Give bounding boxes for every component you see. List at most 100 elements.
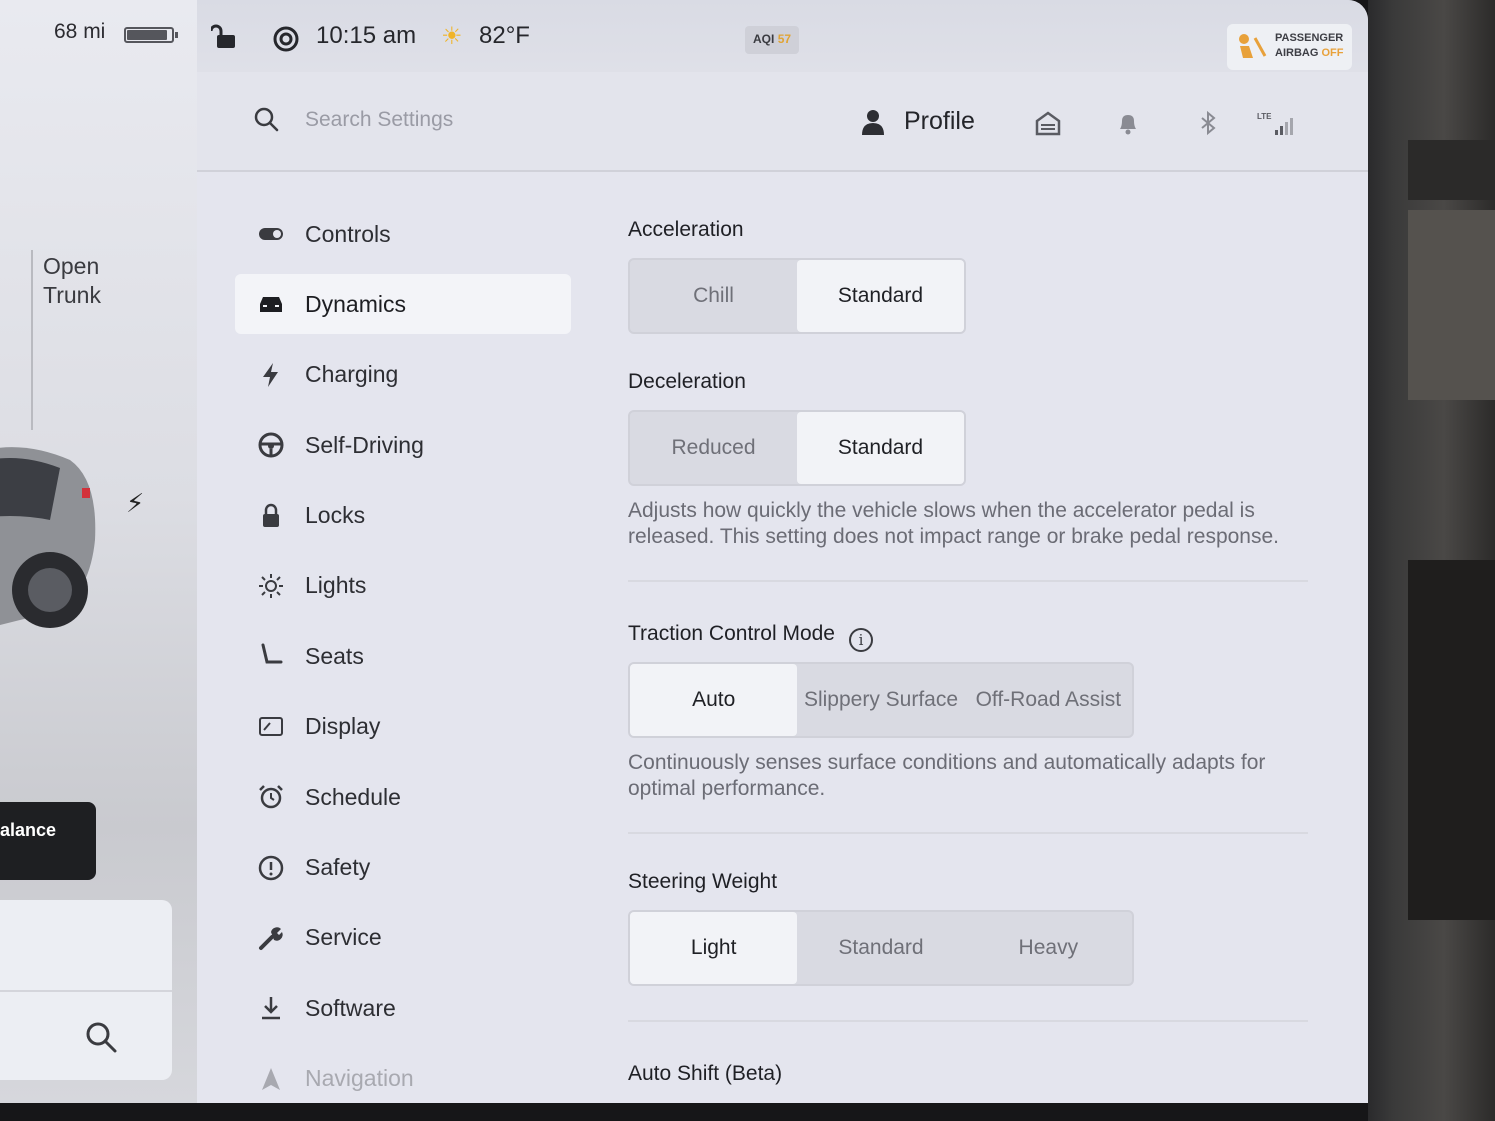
download-icon — [257, 994, 285, 1022]
sidebar-item-label: Navigation — [305, 1065, 414, 1092]
navigation-icon — [257, 1065, 285, 1093]
traction-control-title: Traction Control Mode i — [628, 622, 1308, 652]
sidebar-item-charging[interactable]: Charging — [235, 345, 571, 405]
deceleration-title: Deceleration — [628, 370, 746, 393]
car-interior-background — [1368, 0, 1495, 1121]
acceleration-selector: Chill Standard — [628, 258, 966, 334]
profile-icon[interactable] — [861, 109, 885, 135]
garage-icon[interactable] — [1035, 110, 1061, 136]
balance-button[interactable]: alance — [0, 802, 96, 880]
svg-text:LTE: LTE — [1257, 112, 1272, 121]
search-icon[interactable] — [84, 1020, 118, 1054]
sidebar-item-label: Self-Driving — [305, 431, 424, 458]
outside-temperature: 82°F — [479, 22, 530, 49]
sidebar-item-navigation[interactable]: Navigation — [235, 1049, 571, 1103]
settings-nav: Controls Dynamics Charging Self-Driving Lock… — [235, 204, 571, 1103]
sidebar-item-self-driving[interactable]: Self-Driving — [235, 415, 571, 475]
sidebar-item-lights[interactable]: Lights — [235, 556, 571, 616]
open-trunk-label-line1: Open — [43, 253, 100, 279]
sidebar-item-software[interactable]: Software — [235, 978, 571, 1038]
sidebar-item-label: Controls — [305, 220, 391, 247]
lock-icon — [257, 502, 285, 530]
charge-port-bolt-icon[interactable]: ⚡ — [126, 488, 144, 519]
sidebar-item-label: Locks — [305, 502, 366, 529]
battery-icon — [124, 27, 178, 43]
sidebar-item-safety[interactable]: Safety — [235, 838, 571, 898]
airbag-line1: PASSENGER — [1275, 32, 1344, 44]
steering-weight-title: Steering Weight — [628, 870, 778, 893]
profile-button[interactable]: Profile — [904, 107, 975, 136]
steering-option-light[interactable]: Light — [630, 912, 798, 984]
open-trunk-button[interactable]: Open Trunk — [43, 252, 101, 310]
car-panel: 68 mi Open Trunk ⚡ alance — [0, 0, 197, 1103]
sentry-mode-icon[interactable] — [272, 25, 300, 53]
aqi-badge: AQI 57 — [745, 26, 800, 54]
traction-control-description: Continuously senses surface conditions a… — [628, 751, 1266, 800]
sidebar-item-label: Safety — [305, 854, 371, 881]
open-trunk-label-line2: Trunk — [43, 282, 101, 308]
deceleration-selector: Reduced Standard — [628, 410, 966, 486]
dynamics-content: Acceleration Chill Standard Deceleration … — [628, 218, 1308, 1086]
sun-icon: ☀ — [441, 23, 463, 50]
airbag-line2: AIRBAG — [1275, 47, 1319, 59]
search-settings-input[interactable] — [305, 104, 665, 136]
acceleration-option-chill[interactable]: Chill — [630, 260, 797, 332]
divider — [628, 832, 1308, 834]
sidebar-item-dynamics[interactable]: Dynamics — [235, 274, 571, 335]
sidebar-item-seats[interactable]: Seats — [235, 626, 571, 686]
trunk-pointer-line — [31, 250, 33, 430]
acceleration-option-standard[interactable]: Standard — [797, 260, 964, 332]
sidebar-item-schedule[interactable]: Schedule — [235, 767, 571, 827]
steering-weight-selector: Light Standard Heavy — [628, 910, 1134, 986]
traction-option-slippery-surface[interactable]: Slippery Surface — [797, 664, 964, 736]
sidebar-item-locks[interactable]: Locks — [235, 486, 571, 546]
bluetooth-icon[interactable] — [1195, 110, 1221, 136]
alert-circle-icon — [257, 854, 285, 882]
sidebar-item-label: Software — [305, 994, 396, 1021]
airbag-icon — [1239, 34, 1267, 58]
range-readout: 68 mi — [54, 20, 106, 43]
sidebar-item-display[interactable]: Display — [235, 697, 571, 757]
steering-wheel-icon — [257, 431, 285, 459]
acceleration-title: Acceleration — [628, 218, 744, 241]
car-icon — [257, 290, 285, 318]
search-icon[interactable] — [253, 106, 279, 132]
clock: 10:15 am — [316, 22, 417, 49]
sidebar-item-label: Service — [305, 924, 382, 951]
auto-shift-title: Auto Shift (Beta) — [628, 1062, 783, 1085]
wrench-icon — [257, 924, 285, 952]
settings-header: Profile LTE — [197, 72, 1368, 172]
steering-option-heavy[interactable]: Heavy — [965, 912, 1132, 984]
sun-icon — [257, 572, 285, 600]
deceleration-option-standard[interactable]: Standard — [797, 412, 964, 484]
divider — [628, 1020, 1308, 1022]
bolt-icon — [257, 361, 285, 389]
aqi-value: 57 — [777, 32, 792, 46]
deceleration-description: Adjusts how quickly the vehicle slows wh… — [628, 499, 1279, 548]
car-image — [0, 447, 96, 628]
traction-option-off-road-assist[interactable]: Off-Road Assist — [965, 664, 1132, 736]
deceleration-option-reduced[interactable]: Reduced — [630, 412, 797, 484]
sidebar-item-controls[interactable]: Controls — [235, 204, 571, 264]
info-icon[interactable]: i — [848, 628, 873, 652]
airbag-state: OFF — [1321, 47, 1344, 59]
steering-option-standard[interactable]: Standard — [797, 912, 964, 984]
bell-icon[interactable] — [1115, 110, 1141, 136]
toggle-icon — [257, 220, 285, 248]
unlocked-icon[interactable] — [211, 24, 237, 50]
display-icon — [257, 713, 285, 741]
alarm-clock-icon — [257, 783, 285, 811]
sidebar-item-label: Dynamics — [305, 290, 406, 317]
lte-signal-icon: LTE — [1257, 112, 1293, 135]
sidebar-item-label: Schedule — [305, 783, 401, 810]
traction-control-selector: Auto Slippery Surface Off-Road Assist — [628, 662, 1134, 738]
sidebar-item-label: Display — [305, 713, 381, 740]
divider — [628, 580, 1308, 582]
sidebar-item-label: Seats — [305, 642, 364, 669]
traction-option-auto[interactable]: Auto — [630, 664, 798, 736]
passenger-airbag-indicator: PASSENGER AIRBAG OFF — [1227, 24, 1352, 70]
touchscreen: 68 mi Open Trunk ⚡ alance 10:15 am ☀ 82°… — [0, 0, 1368, 1103]
traction-control-title-text: Traction Control Mode — [628, 622, 835, 645]
seat-icon — [257, 642, 285, 670]
sidebar-item-service[interactable]: Service — [235, 908, 571, 968]
